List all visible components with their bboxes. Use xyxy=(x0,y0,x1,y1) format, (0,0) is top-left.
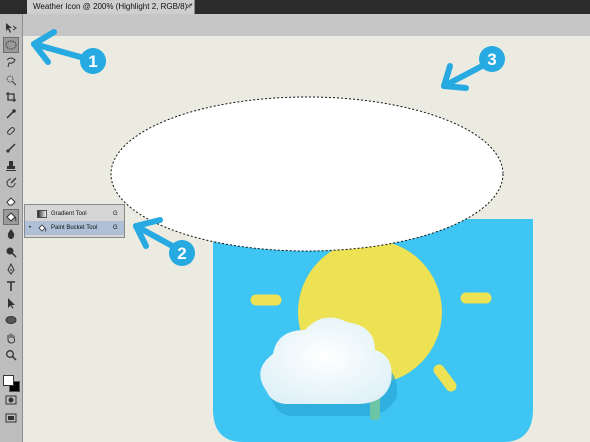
eyedropper-tool[interactable] xyxy=(3,106,19,122)
move-tool[interactable] xyxy=(3,20,19,36)
document-tab-bar: Weather Icon @ 200% (Highlight 2, RGB/8)… xyxy=(0,0,590,14)
eraser-tool[interactable] xyxy=(3,192,19,208)
brush-icon xyxy=(6,143,16,153)
document-tab-title: Weather Icon @ 200% (Highlight 2, RGB/8)… xyxy=(33,2,193,11)
gradient-tool-label: Gradient Tool xyxy=(51,211,87,217)
crop-icon xyxy=(6,91,16,102)
ellipse-marquee-icon xyxy=(5,40,17,50)
ellipse-shape-tool[interactable] xyxy=(3,312,19,328)
close-tab-icon[interactable]: × xyxy=(186,0,191,14)
ellipse-shape-icon xyxy=(5,316,17,325)
quick-selection-tool[interactable] xyxy=(3,72,19,88)
paint-bucket-tool-shortcut: G xyxy=(113,225,118,231)
tools-panel xyxy=(0,14,23,442)
hand-tool[interactable] xyxy=(3,330,19,346)
blur-icon xyxy=(7,229,15,240)
pen-icon xyxy=(7,262,15,275)
healing-brush-tool[interactable] xyxy=(3,123,19,139)
gradient-icon xyxy=(37,210,47,218)
move-icon xyxy=(6,23,17,33)
tool-flyout-menu: Gradient Tool G • Paint Bucket Tool G xyxy=(24,204,125,238)
paint-bucket-tool-menu-item[interactable]: • Paint Bucket Tool G xyxy=(25,221,124,235)
foreground-color-swatch[interactable] xyxy=(3,375,14,386)
quick-mask-icon xyxy=(5,395,17,405)
screen-mode-icon xyxy=(5,413,17,423)
paint-bucket-icon xyxy=(6,212,17,222)
gradient-tool-shortcut: G xyxy=(113,211,118,217)
quick-mask-button[interactable] xyxy=(3,392,19,408)
pen-tool[interactable] xyxy=(3,261,19,277)
lasso-tool[interactable] xyxy=(3,54,19,70)
document-tab[interactable]: Weather Icon @ 200% (Highlight 2, RGB/8)… xyxy=(27,0,195,14)
crop-tool[interactable] xyxy=(3,89,19,105)
stamp-icon xyxy=(6,160,16,171)
clone-stamp-tool[interactable] xyxy=(3,158,19,174)
path-selection-icon xyxy=(8,298,15,309)
paint-bucket-icon xyxy=(38,224,47,232)
quick-selection-icon xyxy=(6,75,17,85)
path-selection-tool[interactable] xyxy=(3,295,19,311)
lasso-icon xyxy=(6,57,16,68)
healing-icon xyxy=(7,127,15,136)
history-brush-tool[interactable] xyxy=(3,175,19,191)
dodge-icon xyxy=(6,247,17,258)
brush-tool[interactable] xyxy=(3,140,19,156)
elliptical-selection[interactable] xyxy=(110,96,504,252)
blur-tool[interactable] xyxy=(3,226,19,242)
gradient-tool-menu-item[interactable]: Gradient Tool G xyxy=(25,207,124,221)
eyedropper-icon xyxy=(6,109,16,119)
zoom-tool[interactable] xyxy=(3,347,19,363)
type-icon xyxy=(7,281,15,291)
hand-icon xyxy=(7,333,16,344)
paint-bucket-tool-label: Paint Bucket Tool xyxy=(51,225,98,231)
history-brush-icon xyxy=(6,177,17,188)
type-tool[interactable] xyxy=(3,278,19,294)
selected-bullet: • xyxy=(29,225,32,231)
screen-mode-button[interactable] xyxy=(3,410,19,426)
zoom-icon xyxy=(6,349,17,361)
eraser-icon xyxy=(6,197,16,206)
paint-bucket-tool[interactable] xyxy=(3,209,19,226)
elliptical-marquee-tool[interactable] xyxy=(3,37,19,54)
dodge-tool[interactable] xyxy=(3,244,19,260)
